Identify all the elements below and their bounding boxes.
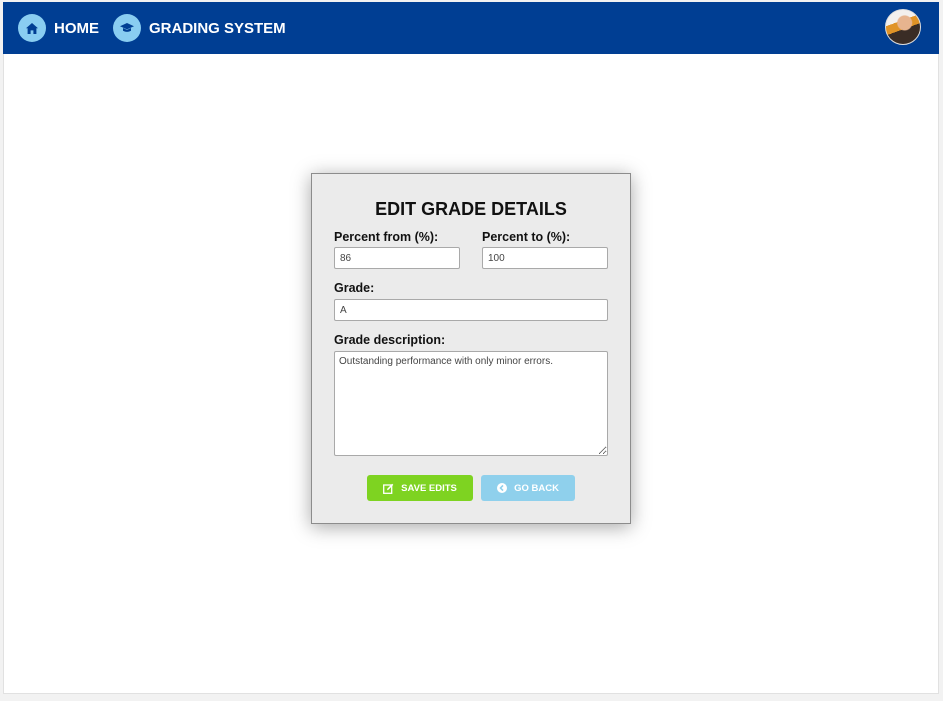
page-title: EDIT GRADE DETAILS xyxy=(375,199,567,219)
grade-input[interactable] xyxy=(334,299,608,321)
grade-description-label: Grade description: xyxy=(334,333,446,347)
nav-grading-label: GRADING SYSTEM xyxy=(149,19,286,37)
percent-to-input[interactable] xyxy=(482,247,608,269)
grade-label: Grade: xyxy=(334,281,375,295)
edit-grade-card: EDIT GRADE DETAILS Percent from (%): Per… xyxy=(311,173,631,524)
nav-home-label: HOME xyxy=(54,19,99,37)
home-icon xyxy=(18,14,46,42)
save-edits-label: SAVE EDITS xyxy=(401,482,457,494)
nav-grading-system[interactable]: GRADING SYSTEM xyxy=(113,13,286,43)
chevron-left-circle-icon xyxy=(497,483,508,493)
top-navbar: HOME GRADING SYSTEM xyxy=(3,2,939,54)
percent-from-input[interactable] xyxy=(334,247,460,269)
save-edits-button[interactable]: SAVE EDITS xyxy=(367,475,473,501)
graduation-cap-icon xyxy=(113,14,141,42)
percent-to-label: Percent to (%): xyxy=(482,230,571,244)
go-back-button[interactable]: GO BACK xyxy=(481,475,575,501)
percent-from-label: Percent from (%): xyxy=(334,230,439,244)
nav-home[interactable]: HOME xyxy=(18,13,99,43)
edit-icon xyxy=(383,483,394,494)
user-avatar[interactable] xyxy=(885,9,921,45)
go-back-label: GO BACK xyxy=(514,482,559,494)
grade-description-textarea[interactable]: Outstanding performance with only minor … xyxy=(334,351,608,456)
